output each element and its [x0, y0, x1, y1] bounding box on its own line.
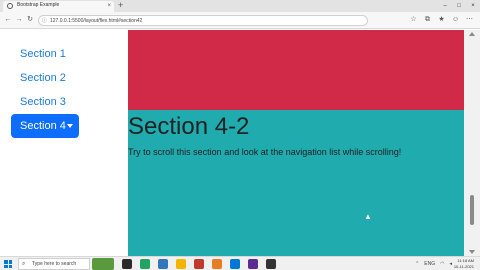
back-button[interactable]: ←	[3, 15, 13, 25]
app-icon-red[interactable]	[194, 259, 204, 269]
scroll-up-arrow-icon[interactable]	[469, 32, 475, 36]
window-controls: – □ ×	[438, 0, 480, 12]
taskbar-search-input[interactable]: ⌕ Type here to search	[18, 258, 90, 270]
browser-tab[interactable]: Bootstrap Example ×	[3, 1, 114, 12]
favorite-star-icon[interactable]: ☆	[409, 15, 418, 25]
clock-date: 10-11-2021	[453, 264, 474, 269]
mouse-cursor-icon: ▲	[364, 212, 372, 221]
app-icon-orange[interactable]	[212, 259, 222, 269]
system-tray: ⌃ ENG ◠ ◂	[415, 259, 452, 269]
scroll-down-arrow-icon[interactable]	[469, 250, 475, 254]
forward-button[interactable]: →	[14, 15, 24, 25]
app-icon-purple[interactable]	[248, 259, 258, 269]
section-4-2-block: Section 4-2 Try to scroll this section a…	[128, 110, 464, 256]
caret-down-icon	[67, 124, 73, 128]
globe-icon	[7, 3, 13, 9]
favorites-icon[interactable]: ★	[437, 15, 446, 25]
collections-icon[interactable]: ⧉	[423, 15, 432, 25]
scroll-thumb[interactable]	[470, 195, 474, 225]
nav-link-section-1[interactable]: Section 1	[20, 48, 66, 60]
new-tab-button[interactable]: +	[118, 0, 123, 11]
nav-link-section-2[interactable]: Section 2	[20, 72, 66, 84]
tab-title: Bootstrap Example	[17, 2, 60, 8]
reload-button[interactable]: ↻	[25, 15, 35, 25]
tab-close-button[interactable]: ×	[107, 2, 111, 10]
terminal-icon[interactable]	[266, 259, 276, 269]
nav-dropdown-label: Section 4	[20, 120, 66, 132]
address-bar-row: ← → ↻ ⓘ 127.0.0.1:5500/layout/flex.html#…	[0, 12, 480, 29]
windows-start-icon[interactable]	[4, 260, 12, 268]
maximize-button[interactable]: □	[452, 0, 466, 12]
close-window-button[interactable]: ×	[466, 0, 480, 12]
sidebar-nav: Section 1 Section 2 Section 3 Section 4	[0, 30, 128, 256]
profile-icon[interactable]: ☺	[451, 15, 460, 25]
search-icon: ⌕	[22, 261, 26, 267]
chrome-icon[interactable]	[140, 259, 150, 269]
tray-language[interactable]: ENG	[424, 259, 435, 269]
section-heading: Section 4-2	[128, 113, 250, 140]
edge-icon[interactable]	[158, 259, 168, 269]
section-4-1-block	[128, 30, 464, 110]
url-field[interactable]: ⓘ 127.0.0.1:5500/layout/flex.html#sectio…	[38, 15, 368, 26]
wifi-icon[interactable]: ◠	[440, 259, 444, 269]
page-scrollbar[interactable]	[464, 30, 480, 256]
nav-dropdown-section-4[interactable]: Section 4	[11, 114, 79, 138]
tray-chevron-icon[interactable]: ⌃	[415, 259, 419, 269]
nav-link-section-3[interactable]: Section 3	[20, 96, 66, 108]
toolbar-icons: ☆ ⧉ ★ ☺ ⋯	[409, 15, 474, 25]
search-placeholder: Type here to search	[32, 261, 77, 267]
vscode-icon[interactable]	[230, 259, 240, 269]
section-text: Try to scroll this section and look at t…	[128, 147, 402, 157]
content-area: Section 4-2 Try to scroll this section a…	[128, 30, 464, 256]
more-menu-icon[interactable]: ⋯	[465, 15, 474, 25]
minimize-button[interactable]: –	[438, 0, 452, 12]
browser-tab-bar: Bootstrap Example × + – □ ×	[0, 0, 480, 12]
taskbar-clock[interactable]: 11:18 AM 10-11-2021	[452, 258, 474, 270]
file-explorer-icon[interactable]	[176, 259, 186, 269]
taskbar: ⌕ Type here to search ⌃ ENG ◠ ◂ 11:18 AM…	[0, 256, 480, 270]
url-text: 127.0.0.1:5500/layout/flex.html#section4…	[50, 18, 143, 24]
weather-widget-icon[interactable]	[92, 258, 114, 270]
info-icon[interactable]: ⓘ	[42, 17, 47, 25]
task-view-icon[interactable]	[122, 259, 132, 269]
page-viewport: Section 1 Section 2 Section 3 Section 4 …	[0, 30, 480, 256]
